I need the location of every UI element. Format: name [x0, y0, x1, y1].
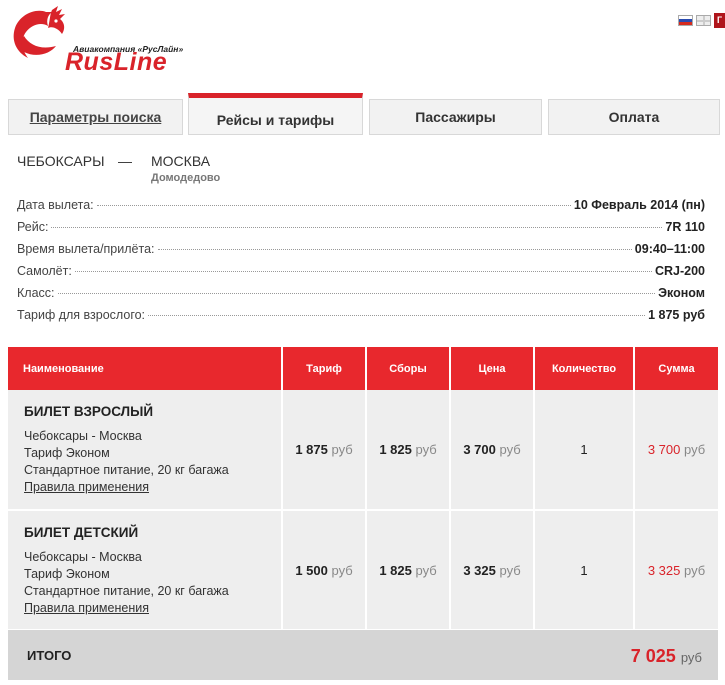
cell-sum: 3 325 руб — [634, 510, 718, 631]
fare-rules-link[interactable]: Правила применения — [24, 479, 149, 496]
sum-value: 3 700 — [647, 442, 681, 457]
detail-row-date: Дата вылета: 10 Февраль 2014 (пн) — [17, 198, 705, 220]
detail-value: 09:40–11:00 — [634, 242, 705, 256]
detail-value: 1 875 руб — [648, 308, 705, 322]
detail-label: Рейс: — [17, 220, 49, 234]
col-header-qty: Количество — [534, 347, 635, 390]
currency-label: руб — [499, 442, 521, 457]
detail-label: Самолёт: — [17, 264, 72, 278]
cell-fees: 1 825 руб — [366, 390, 451, 511]
ticket-fare: Тариф Эконом — [24, 446, 110, 460]
tab-flights-fares-label: Рейсы и тарифы — [216, 112, 335, 128]
ticket-title: БИЛЕТ ДЕТСКИЙ — [24, 525, 139, 540]
currency-label: руб — [683, 562, 706, 578]
currency-label: руб — [331, 442, 353, 457]
total-value: 7 025 — [630, 646, 676, 666]
table-row: БИЛЕТ ВЗРОСЛЫЙ Чебоксары - Москва Тариф … — [8, 390, 718, 511]
flag-en-icon[interactable] — [696, 15, 711, 26]
ticket-extras: Стандартное питание, 20 кг багажа — [24, 463, 229, 477]
col-header-fees: Сборы — [366, 347, 451, 390]
detail-row-flight: Рейс: 7R 110 — [17, 220, 705, 242]
ticket-description: БИЛЕТ ВЗРОСЛЫЙ Чебоксары - Москва Тариф … — [8, 390, 283, 511]
ticket-extras: Стандартное питание, 20 кг багажа — [24, 584, 229, 598]
detail-label: Тариф для взрослого: — [17, 308, 146, 322]
fare-rules-link[interactable]: Правила применения — [24, 600, 149, 617]
total-currency: руб — [680, 650, 702, 665]
detail-value: Эконом — [658, 286, 705, 300]
dotted-leader — [157, 249, 632, 250]
ticket-route: Чебоксары - Москва — [24, 550, 142, 564]
cell-sum: 3 700 руб — [634, 390, 718, 511]
route-airport: Домодедово — [151, 172, 221, 184]
tab-payment[interactable]: Оплата — [548, 99, 720, 135]
fees-value: 1 825 — [379, 562, 412, 578]
flight-details: Дата вылета: 10 Февраль 2014 (пн) Рейс: … — [17, 198, 705, 330]
ticket-route: Чебоксары - Москва — [24, 429, 142, 443]
cell-fees: 1 825 руб — [366, 510, 451, 631]
total-amount: 7 025 руб — [631, 646, 702, 667]
detail-value: CRJ-200 — [654, 264, 705, 278]
route-dash: — — [118, 153, 132, 169]
booking-steps: Параметры поиска Рейсы и тарифы Пассажир… — [8, 93, 720, 135]
dotted-leader — [57, 293, 656, 294]
tab-payment-label: Оплата — [608, 109, 660, 125]
tariff-value: 1 500 — [295, 562, 328, 578]
cell-tariff: 1 500 руб — [282, 510, 367, 631]
currency-label: руб — [415, 442, 437, 457]
cell-qty: 1 — [534, 510, 635, 631]
tab-passengers[interactable]: Пассажиры — [369, 99, 542, 135]
currency-label: руб — [499, 562, 521, 578]
route-to: МОСКВА — [151, 153, 211, 169]
price-value: 3 700 — [463, 442, 496, 457]
table-header-row: Наименование Тариф Сборы Цена Количество… — [8, 347, 718, 390]
detail-row-aircraft: Самолёт: CRJ-200 — [17, 264, 705, 286]
tab-passengers-label: Пассажиры — [415, 109, 496, 125]
tab-search-params[interactable]: Параметры поиска — [8, 99, 183, 135]
ticket-fare: Тариф Эконом — [24, 567, 110, 581]
fees-value: 1 825 — [379, 442, 412, 457]
detail-label: Время вылета/прилёта: — [17, 242, 155, 256]
detail-value: 7R 110 — [665, 220, 705, 234]
cell-qty: 1 — [534, 390, 635, 511]
dotted-leader — [74, 271, 652, 272]
currency-label: руб — [415, 562, 437, 578]
detail-label: Дата вылета: — [17, 198, 94, 212]
tariff-value: 1 875 — [295, 442, 328, 457]
currency-label: руб — [331, 562, 353, 578]
table-row: БИЛЕТ ДЕТСКИЙ Чебоксары - Москва Тариф Э… — [8, 510, 718, 631]
detail-row-times: Время вылета/прилёта: 09:40–11:00 — [17, 242, 705, 264]
qty-value: 1 — [580, 562, 588, 578]
fare-table: Наименование Тариф Сборы Цена Количество… — [8, 347, 718, 631]
sum-value: 3 325 — [647, 562, 681, 578]
route-from: ЧЕБОКСАРЫ — [17, 153, 105, 169]
col-header-tariff: Тариф — [282, 347, 367, 390]
cell-price: 3 325 руб — [450, 510, 535, 631]
detail-row-adult-fare: Тариф для взрослого: 1 875 руб — [17, 308, 705, 330]
col-header-price: Цена — [450, 347, 535, 390]
rusline-logo[interactable]: Авиакомпания «РусЛайн» RusLine — [6, 6, 196, 76]
col-header-name: Наименование — [8, 347, 283, 390]
tab-search-params-label: Параметры поиска — [29, 109, 162, 125]
price-value: 3 325 — [463, 562, 496, 578]
currency-label: руб — [683, 442, 706, 457]
detail-row-class: Класс: Эконом — [17, 286, 705, 308]
detail-value: 10 Февраль 2014 (пн) — [573, 198, 705, 212]
ticket-description: БИЛЕТ ДЕТСКИЙ Чебоксары - Москва Тариф Э… — [8, 510, 283, 631]
total-bar: ИТОГО 7 025 руб — [8, 630, 718, 680]
qty-value: 1 — [580, 442, 588, 457]
cell-price: 3 700 руб — [450, 390, 535, 511]
detail-label: Класс: — [17, 286, 55, 300]
total-label: ИТОГО — [27, 648, 72, 663]
flag-ru-icon[interactable] — [678, 15, 693, 26]
dotted-leader — [148, 315, 646, 316]
language-switcher: Г — [678, 13, 725, 28]
dotted-leader — [51, 227, 663, 228]
cell-tariff: 1 875 руб — [282, 390, 367, 511]
tab-flights-fares[interactable]: Рейсы и тарифы — [188, 93, 363, 135]
login-tab[interactable]: Г — [714, 13, 725, 28]
brand-name: RusLine — [65, 48, 168, 76]
dotted-leader — [96, 205, 571, 206]
ticket-title: БИЛЕТ ВЗРОСЛЫЙ — [24, 404, 154, 419]
col-header-sum: Сумма — [634, 347, 718, 390]
